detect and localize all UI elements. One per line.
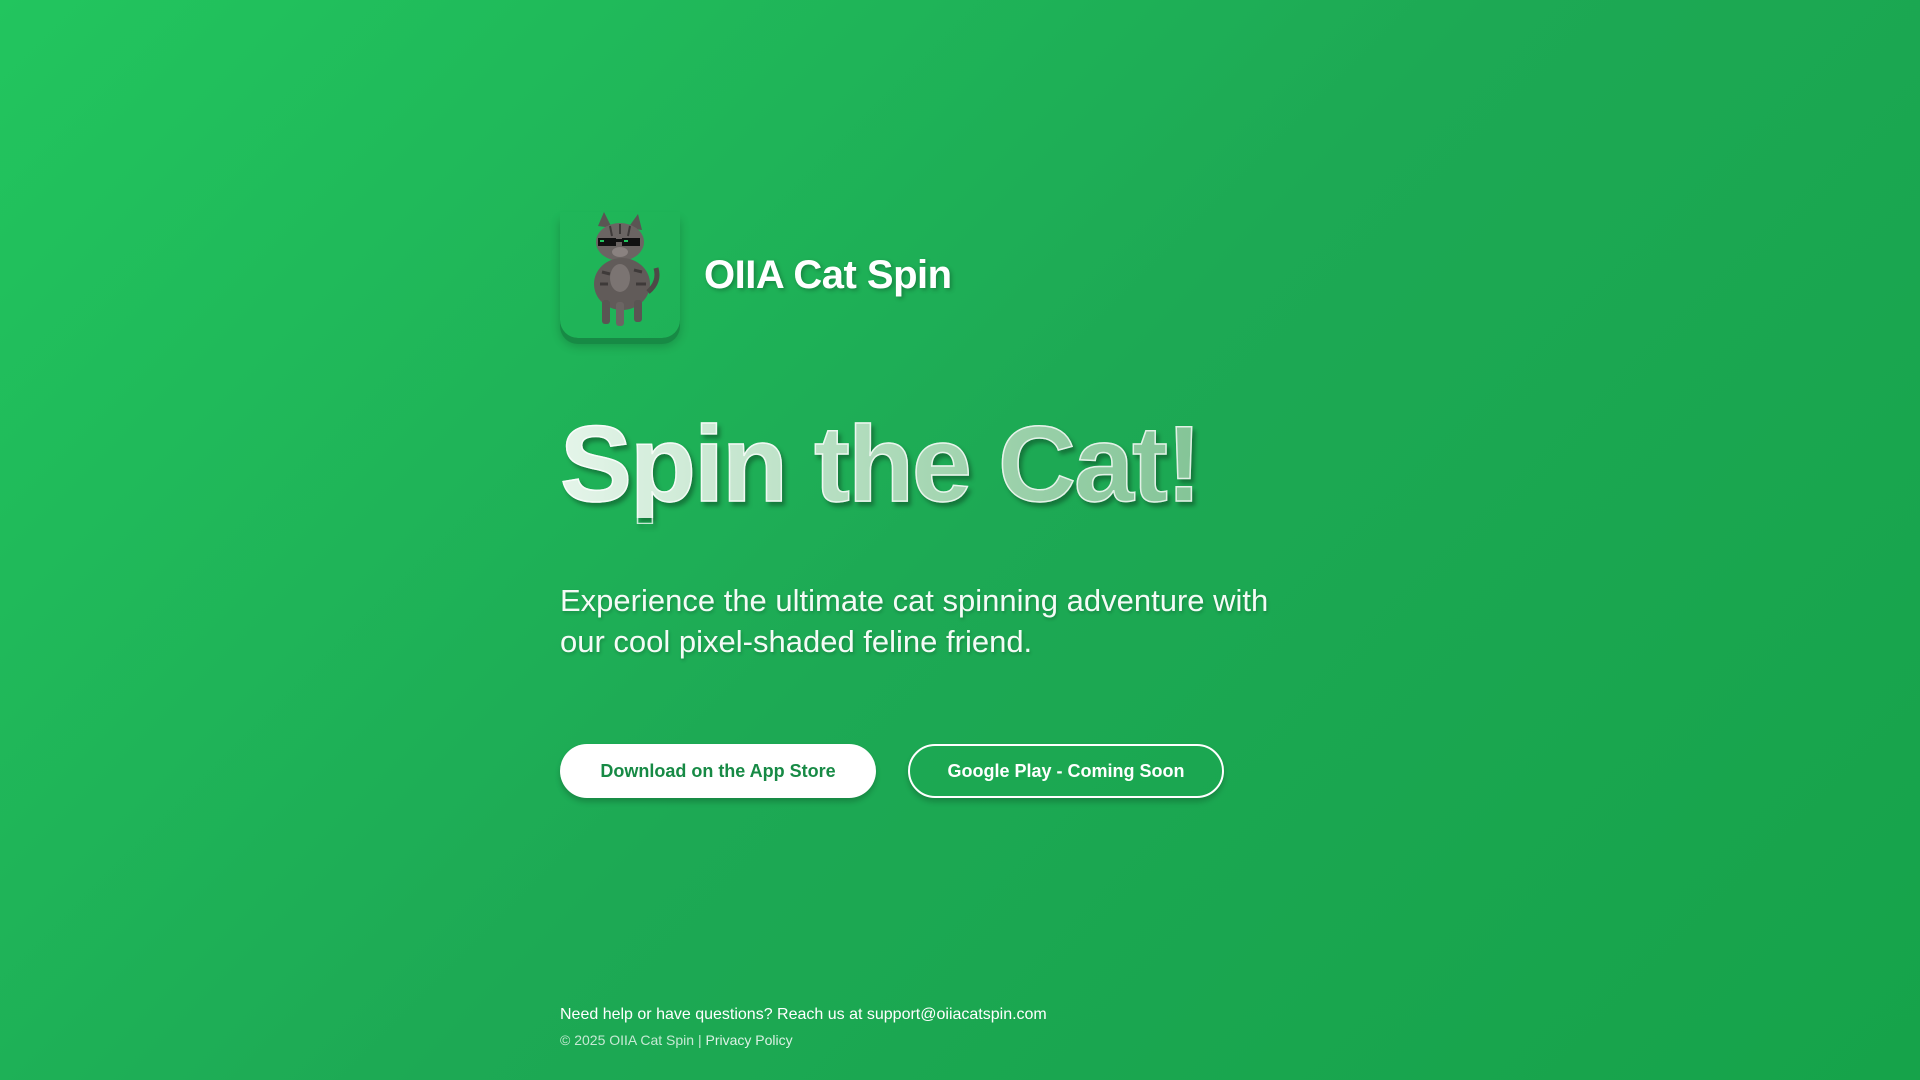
- app-store-button[interactable]: Download on the App Store: [560, 744, 876, 798]
- main-content: OIIA Cat Spin Spin the Cat! Experience t…: [559, 212, 1360, 798]
- google-play-button[interactable]: Google Play - Coming Soon: [908, 744, 1224, 798]
- download-buttons: Download on the App Store Google Play - …: [560, 744, 1360, 798]
- app-header: OIIA Cat Spin: [560, 212, 1360, 338]
- app-name: OIIA Cat Spin: [704, 252, 952, 297]
- footer-legal: © 2025 OIIA Cat Spin | Privacy Policy: [560, 1031, 1047, 1049]
- footer-help: Need help or have questions? Reach us at…: [560, 1005, 1047, 1025]
- hero-title: Spin the Cat!: [559, 409, 1360, 519]
- copyright-text: © 2025 OIIA Cat Spin: [560, 1032, 695, 1048]
- hero-subtitle: Experience the ultimate cat spinning adv…: [560, 583, 1269, 659]
- support-email-link[interactable]: support@oiiacatspin.com: [867, 1006, 1047, 1023]
- footer: Need help or have questions? Reach us at…: [560, 1005, 1047, 1049]
- help-text: Need help or have questions? Reach us at: [560, 1006, 863, 1023]
- privacy-policy-link[interactable]: Privacy Policy: [705, 1032, 792, 1048]
- cat-with-sunglasses-icon: [560, 212, 680, 338]
- footer-separator: |: [697, 1032, 702, 1048]
